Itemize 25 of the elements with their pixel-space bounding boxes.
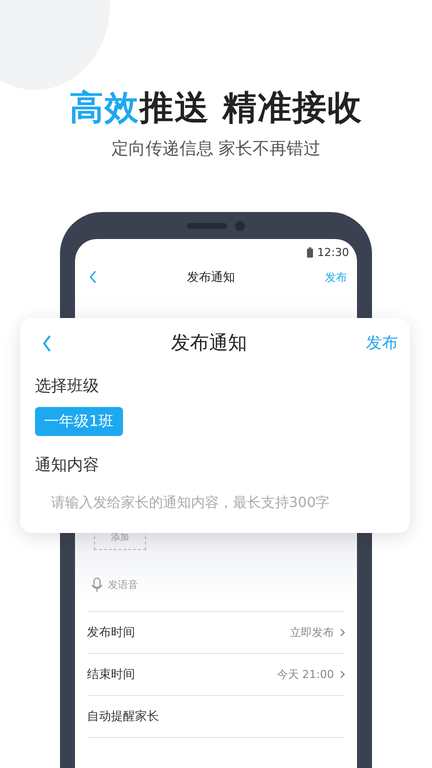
camera-icon bbox=[235, 220, 245, 230]
battery-icon bbox=[307, 246, 314, 258]
setting-label: 结束时间 bbox=[87, 666, 136, 683]
setting-value[interactable]: 今天 21:00 bbox=[276, 667, 334, 682]
microphone-icon bbox=[91, 577, 103, 593]
publish-button[interactable]: 发布 bbox=[366, 332, 398, 354]
screen-title: 发布通知 bbox=[186, 268, 236, 286]
setting-value[interactable]: 立即发布 bbox=[290, 625, 334, 640]
back-icon[interactable] bbox=[89, 270, 97, 284]
setting-label: 发布时间 bbox=[87, 624, 136, 641]
publish-button[interactable]: 发布 bbox=[325, 270, 347, 284]
setting-label: 自动提醒家长 bbox=[87, 708, 160, 725]
voice-button[interactable]: 发语音 bbox=[91, 577, 138, 593]
subtitle: 定向传递信息 家长不再错过 bbox=[110, 138, 322, 160]
back-icon[interactable] bbox=[42, 334, 52, 352]
headline: 高效推送 精准接收 bbox=[68, 87, 364, 130]
status-time: 12:30 bbox=[317, 246, 349, 258]
section-label: 通知内容 bbox=[35, 454, 100, 476]
chevron-icon bbox=[340, 670, 345, 679]
speaker-icon bbox=[187, 222, 227, 228]
section-label: 选择班级 bbox=[35, 375, 100, 397]
notice-content-field[interactable]: 请输入发给家长的通知内容，最长支持300字 bbox=[35, 490, 391, 516]
class-chip[interactable]: 一年级1班 bbox=[35, 407, 123, 436]
chevron-icon bbox=[340, 628, 345, 637]
card-title: 发布通知 bbox=[170, 331, 248, 356]
